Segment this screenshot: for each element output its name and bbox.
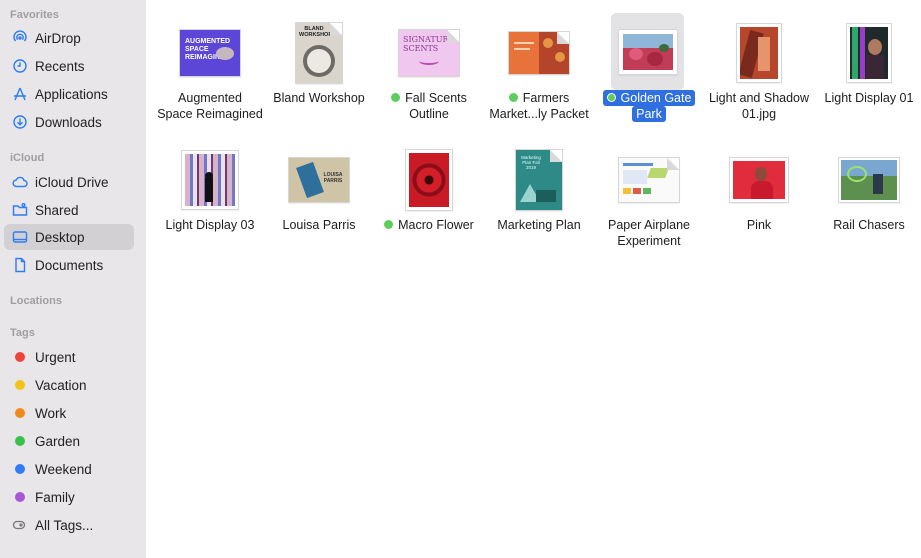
thumb-text: BLAND WORKSHOP — [299, 26, 332, 38]
tag-label: All Tags... — [35, 517, 94, 533]
favorites-header: Favorites — [10, 9, 59, 21]
tag-label: Weekend — [35, 461, 92, 477]
file-name: Augmented Space Reimagined — [157, 91, 263, 121]
file-thumbnail — [813, 143, 921, 217]
file-name: Pink — [746, 218, 772, 232]
file-thumbnail — [703, 143, 815, 217]
green-tag-dot — [391, 93, 401, 102]
file-name: Marketing Plan — [497, 218, 581, 232]
cloud-icon — [12, 174, 28, 190]
file-thumbnail: Marketing Plan Fall 2019 — [483, 143, 595, 217]
file-name: Golden Gate Park — [593, 90, 705, 122]
sidebar-item-desktop[interactable]: Desktop — [4, 224, 134, 250]
sidebar-tag-urgent[interactable]: Urgent — [4, 344, 134, 370]
purple-tag-dot — [15, 492, 25, 502]
orange-tag-dot — [15, 408, 25, 418]
sidebar-all-tags[interactable]: All Tags... — [4, 512, 134, 538]
file-thumbnail: SIGNATURE SCENTS — [373, 16, 485, 90]
red-tag-dot — [15, 352, 25, 362]
sidebar-tag-family[interactable]: Family — [4, 484, 134, 510]
green-tag-dot — [15, 436, 25, 446]
sidebar-tag-vacation[interactable]: Vacation — [4, 372, 134, 398]
thumb-text: SIGNATURE SCENTS — [403, 35, 455, 53]
desktop-icon — [12, 229, 28, 245]
file-name: Bland Workshop — [273, 91, 365, 105]
sidebar-item-label: Shared — [35, 202, 79, 218]
green-tag-dot — [384, 220, 394, 229]
file-name: Macro Flower — [373, 217, 485, 233]
sidebar-tag-work[interactable]: Work — [4, 400, 134, 426]
document-icon — [12, 257, 28, 273]
file-name: Rail Chasers — [833, 218, 905, 232]
airdrop-icon — [12, 30, 28, 46]
sidebar-item-icloud-drive[interactable]: iCloud Drive — [4, 169, 134, 195]
clock-icon — [12, 58, 28, 74]
file-thumbnail — [154, 143, 266, 217]
file-name: Paper Airplane Experiment — [607, 218, 690, 248]
locations-header: Locations — [10, 295, 62, 307]
thumb-text: LOUISA PARRIS — [323, 172, 343, 184]
sidebar-item-label: iCloud Drive — [35, 174, 109, 190]
thumb-text: Marketing Plan Fall 2019 — [521, 155, 541, 170]
tag-label: Garden — [35, 433, 81, 449]
yellow-tag-dot — [15, 380, 25, 390]
sidebar-item-label: Documents — [35, 257, 104, 273]
tag-label: Family — [35, 489, 75, 505]
sidebar-item-shared[interactable]: Shared — [4, 197, 134, 223]
applications-icon — [12, 86, 28, 102]
file-thumbnail — [373, 143, 485, 217]
file-thumbnail — [593, 143, 705, 217]
file-thumbnail — [483, 16, 595, 90]
file-name: Light Display 03 — [165, 218, 255, 232]
sidebar-item-recents[interactable]: Recents — [4, 53, 134, 79]
file-thumbnail — [813, 16, 921, 90]
shared-folder-icon — [12, 202, 28, 218]
tag-label: Urgent — [35, 349, 76, 365]
file-thumbnail — [611, 13, 684, 90]
green-tag-dot — [508, 93, 518, 102]
sidebar-item-label: AirDrop — [35, 30, 81, 46]
sidebar-item-downloads[interactable]: Downloads — [4, 109, 134, 135]
download-icon — [12, 114, 28, 130]
file-name: Light Display 01 — [824, 91, 914, 105]
file-name: Light and Shadow 01.jpg — [708, 91, 810, 121]
sidebar-item-label: Desktop — [35, 229, 85, 245]
sidebar-tag-weekend[interactable]: Weekend — [4, 456, 134, 482]
sidebar-item-applications[interactable]: Applications — [4, 81, 134, 107]
blue-tag-dot — [15, 464, 25, 474]
sidebar-item-label: Applications — [35, 86, 108, 102]
icloud-header: iCloud — [10, 152, 45, 164]
file-name: Louisa Parris — [282, 218, 356, 232]
file-thumbnail: LOUISA PARRIS — [263, 143, 375, 217]
file-name: Fall Scents Outline — [373, 90, 485, 122]
tag-label: Work — [35, 405, 67, 421]
file-grid: AUGMENTED SPACE REIMAGINED Augmented Spac… — [146, 0, 921, 558]
file-name: Farmers Market...ly Packet — [489, 91, 589, 121]
sidebar-item-label: Downloads — [35, 114, 102, 130]
file-thumbnail: AUGMENTED SPACE REIMAGINED — [154, 16, 266, 90]
tag-label: Vacation — [35, 377, 87, 393]
green-tag-dot — [606, 93, 616, 102]
file-thumbnail — [703, 16, 815, 90]
file-thumbnail: BLAND WORKSHOP — [263, 16, 375, 90]
tags-header: Tags — [10, 327, 35, 339]
sidebar-item-documents[interactable]: Documents — [4, 252, 134, 278]
sidebar-tag-garden[interactable]: Garden — [4, 428, 134, 454]
sidebar: Favorites AirDrop Recents Applications D… — [0, 0, 146, 558]
sidebar-item-airdrop[interactable]: AirDrop — [4, 25, 134, 51]
sidebar-item-label: Recents — [35, 58, 85, 74]
tags-icon — [12, 517, 28, 533]
